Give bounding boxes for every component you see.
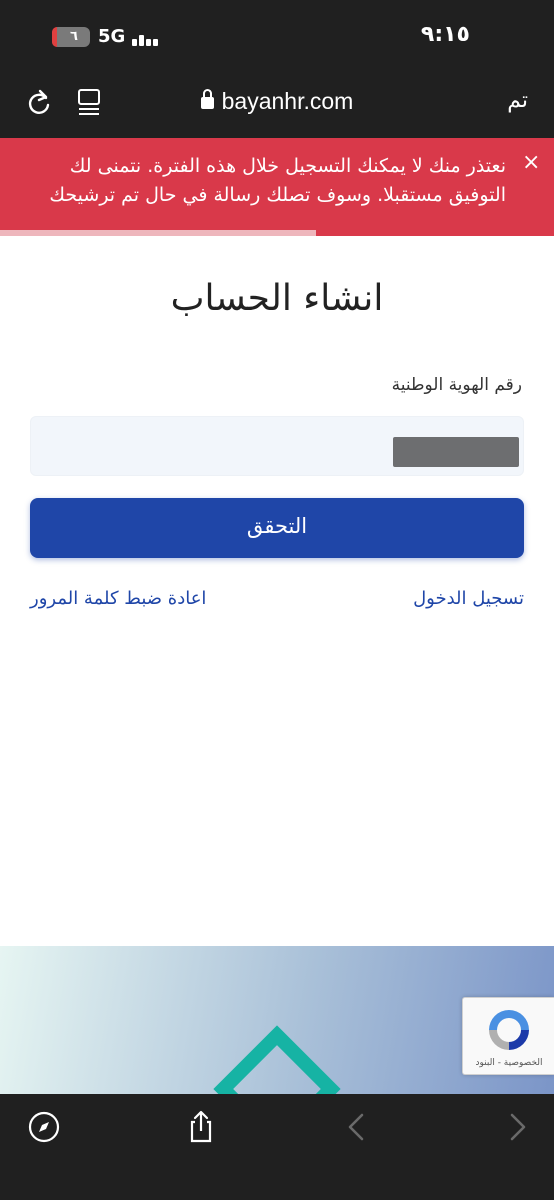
brand-logo [213,1025,341,1094]
battery-level-text: ٦ [70,29,78,44]
status-bar: ٦ 5G ٩:١٥ [0,0,554,70]
alert-timer-bar [0,230,316,236]
share-icon[interactable] [184,1110,218,1144]
url-text: bayanhr.com [221,88,354,114]
page-title: انشاء الحساب [170,278,384,319]
lock-icon [200,89,214,109]
national-id-label: رقم الهوية الوطنية [391,375,522,395]
national-id-input[interactable] [30,416,524,476]
redacted-id-value [393,437,519,467]
address-bar[interactable]: bayanhr.com [0,88,554,115]
back-arrow-icon[interactable] [340,1110,374,1144]
done-button[interactable]: تم [507,88,528,113]
network-type: 5G [98,26,126,47]
battery-level-fill [52,27,57,47]
recaptcha-icon [489,1010,529,1050]
battery-icon: ٦ [52,27,90,47]
verify-button[interactable]: التحقق [30,498,524,558]
recaptcha-badge[interactable]: الخصوصية - البنود [462,997,554,1075]
browser-bottom-bar [0,1094,554,1200]
browser-toolbar: bayanhr.com تم [0,70,554,138]
compass-icon[interactable] [27,1110,61,1144]
forward-arrow-icon[interactable] [500,1110,534,1144]
alert-message: نعتذر منك لا يمكنك التسجيل خلال هذه الفت… [49,155,506,206]
reset-password-link[interactable]: اعادة ضبط كلمة المرور [30,588,206,609]
error-alert: نعتذر منك لا يمكنك التسجيل خلال هذه الفت… [0,138,554,236]
login-link[interactable]: تسجيل الدخول [413,588,524,609]
recaptcha-terms[interactable]: الخصوصية - البنود [463,1058,554,1068]
clock: ٩:١٥ [420,22,470,47]
signal-strength-icon [132,28,162,46]
close-icon[interactable]: × [522,150,540,175]
